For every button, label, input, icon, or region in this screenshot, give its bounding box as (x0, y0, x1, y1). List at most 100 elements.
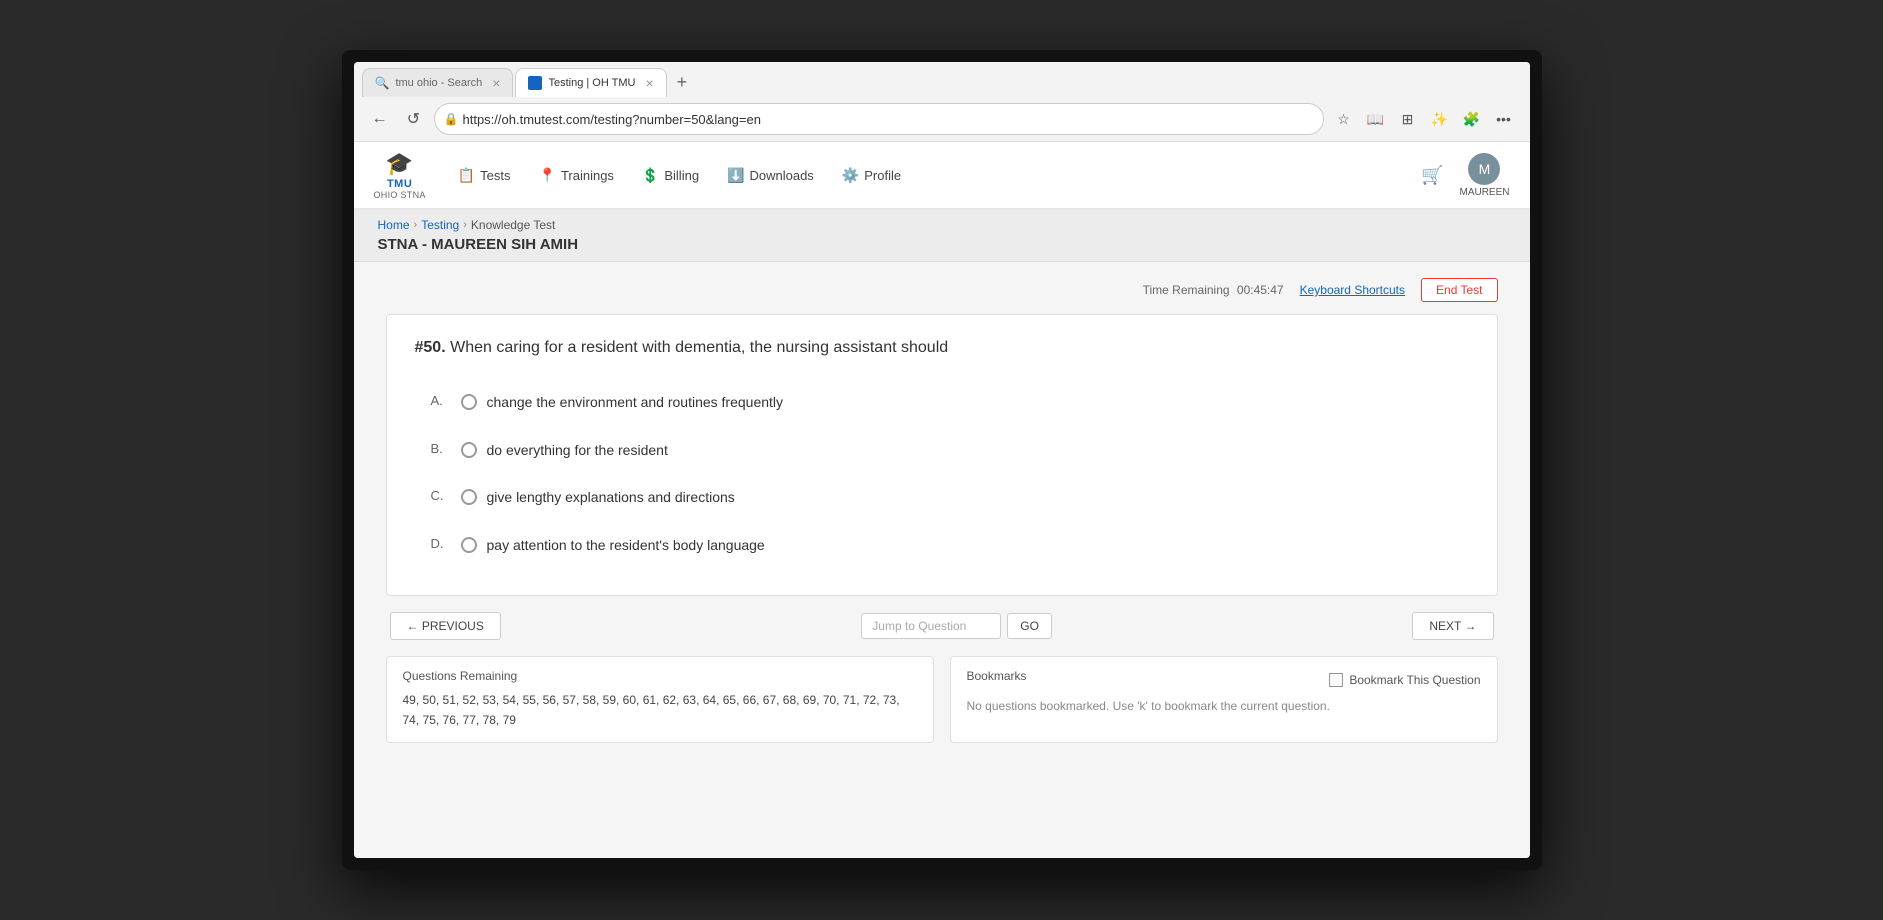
answer-option-a[interactable]: A. change the environment and routines f… (415, 381, 1469, 425)
avatar-circle: M (1468, 153, 1500, 185)
nav-downloads-label: Downloads (749, 168, 813, 183)
address-bar-wrapper: 🔒 (434, 103, 1324, 135)
user-avatar[interactable]: M MAUREEN (1459, 153, 1509, 198)
split-screen-icon[interactable]: ⊞ (1394, 105, 1422, 133)
browser-chrome: 🔍 tmu ohio - Search × Testing | OH TMU ×… (354, 62, 1530, 142)
nav-trainings-label: Trainings (561, 168, 614, 183)
question-text: #50. When caring for a resident with dem… (415, 339, 1469, 357)
tab1-close-btn[interactable]: × (492, 75, 500, 91)
bookmark-this-label: Bookmark This Question (1349, 673, 1480, 687)
bookmark-checkbox[interactable] (1329, 673, 1343, 687)
answer-option-c[interactable]: C. give lengthy explanations and directi… (415, 476, 1469, 520)
question-body: When caring for a resident with dementia… (450, 339, 948, 356)
avatar-initial: M (1479, 161, 1491, 177)
breadcrumb: Home › Testing › Knowledge Test (378, 218, 1506, 232)
tmu-logo-icon: 🎓 (382, 150, 418, 178)
option-text-c: give lengthy explanations and directions (487, 488, 735, 508)
option-text-a: change the environment and routines freq… (487, 393, 784, 413)
address-input[interactable] (434, 103, 1324, 135)
answer-option-d[interactable]: D. pay attention to the resident's body … (415, 524, 1469, 568)
bookmarks-label: Bookmarks (967, 669, 1027, 683)
no-bookmarks-text: No questions bookmarked. Use 'k' to book… (967, 699, 1481, 713)
tab-bar: 🔍 tmu ohio - Search × Testing | OH TMU ×… (362, 68, 1522, 97)
logo-area: 🎓 TMU OHIO STNA (374, 150, 426, 200)
page-title: STNA - MAUREEN SIH AMIH (378, 236, 1506, 253)
billing-icon: 💲 (642, 167, 659, 184)
option-label-d: D. (431, 536, 451, 551)
favorites-icon[interactable]: ☆ (1330, 105, 1358, 133)
tab2-title: Testing | OH TMU (548, 77, 635, 89)
timer-row: Time Remaining 00:45:47 Keyboard Shortcu… (386, 278, 1498, 302)
breadcrumb-sep-2: › (463, 219, 467, 231)
site-header: 🎓 TMU OHIO STNA 📋 Tests 📍 Trainings (354, 142, 1530, 210)
new-tab-button[interactable]: + (669, 68, 696, 97)
radio-d[interactable] (461, 537, 477, 553)
user-name: MAUREEN (1459, 187, 1509, 198)
radio-a[interactable] (461, 394, 477, 410)
breadcrumb-sep-1: › (414, 219, 418, 231)
questions-remaining-panel: Questions Remaining 49, 50, 51, 52, 53, … (386, 656, 934, 742)
tab-1[interactable]: 🔍 tmu ohio - Search × (362, 68, 514, 97)
logo-subtext: OHIO STNA (374, 190, 426, 200)
keyboard-shortcuts-link[interactable]: Keyboard Shortcuts (1300, 283, 1405, 297)
copilot-icon[interactable]: ✨ (1426, 105, 1454, 133)
nav-billing[interactable]: 💲 Billing (640, 163, 701, 188)
tab1-title: tmu ohio - Search (395, 77, 482, 89)
bookmarks-header: Bookmarks Bookmark This Question (967, 669, 1481, 691)
header-right: 🛒 M MAUREEN (1421, 153, 1509, 198)
cart-icon[interactable]: 🛒 (1421, 165, 1443, 186)
browser-actions: ☆ 📖 ⊞ ✨ 🧩 ••• (1330, 105, 1518, 133)
tab-2[interactable]: Testing | OH TMU × (515, 68, 666, 97)
bookmarks-panel: Bookmarks Bookmark This Question No ques… (950, 656, 1498, 742)
tab2-favicon (528, 76, 542, 90)
tab2-close-btn[interactable]: × (645, 75, 653, 91)
nav-buttons-row: ← PREVIOUS GO NEXT → (386, 612, 1498, 640)
refresh-button[interactable]: ↺ (400, 105, 428, 133)
remaining-label: Questions Remaining (403, 669, 917, 683)
option-text-d: pay attention to the resident's body lan… (487, 536, 765, 556)
extensions-icon[interactable]: 🧩 (1458, 105, 1486, 133)
nav-tests[interactable]: 📋 Tests (456, 163, 513, 188)
timer-value: 00:45:47 (1237, 283, 1284, 297)
back-button[interactable]: ← (366, 105, 394, 133)
go-button[interactable]: GO (1007, 613, 1052, 639)
remaining-numbers: 49, 50, 51, 52, 53, 54, 55, 56, 57, 58, … (403, 691, 917, 729)
jump-to-question-input[interactable] (861, 613, 1001, 639)
nav-trainings[interactable]: 📍 Trainings (537, 163, 616, 188)
bookmark-this-row[interactable]: Bookmark This Question (1329, 673, 1480, 687)
radio-b[interactable] (461, 442, 477, 458)
website-content: 🎓 TMU OHIO STNA 📋 Tests 📍 Trainings (354, 142, 1530, 858)
breadcrumb-home[interactable]: Home (378, 218, 410, 232)
trainings-icon: 📍 (539, 167, 556, 184)
question-container: #50. When caring for a resident with dem… (386, 314, 1498, 596)
option-label-a: A. (431, 393, 451, 408)
next-button[interactable]: NEXT → (1412, 612, 1493, 640)
nav-billing-label: Billing (664, 168, 699, 183)
nav-profile[interactable]: ⚙️ Profile (840, 163, 903, 188)
nav-downloads[interactable]: ⬇️ Downloads (725, 163, 816, 188)
breadcrumb-current: Knowledge Test (471, 218, 556, 232)
question-number: #50. (415, 339, 451, 356)
downloads-icon: ⬇️ (727, 167, 744, 184)
option-label-c: C. (431, 488, 451, 503)
radio-c[interactable] (461, 489, 477, 505)
main-content: Time Remaining 00:45:47 Keyboard Shortcu… (354, 262, 1530, 775)
tests-icon: 📋 (458, 167, 475, 184)
tab1-favicon: 🔍 (375, 76, 390, 90)
jump-section: GO (861, 613, 1052, 639)
previous-button[interactable]: ← PREVIOUS (390, 612, 501, 640)
nav-tests-label: Tests (480, 168, 510, 183)
nav-profile-label: Profile (864, 168, 901, 183)
timer-label: Time Remaining 00:45:47 (1143, 283, 1284, 297)
profile-icon: ⚙️ (842, 167, 859, 184)
answer-option-b[interactable]: B. do everything for the resident (415, 429, 1469, 473)
timer-label-text: Time Remaining (1143, 283, 1230, 297)
more-actions-icon[interactable]: ••• (1490, 105, 1518, 133)
site-nav: 📋 Tests 📍 Trainings 💲 Billing ⬇️ Downloa… (456, 163, 903, 188)
option-text-b: do everything for the resident (487, 441, 668, 461)
logo-text: TMU (387, 178, 412, 190)
end-test-button[interactable]: End Test (1421, 278, 1497, 302)
address-bar-row: ← ↺ 🔒 ☆ 📖 ⊞ ✨ 🧩 ••• (362, 97, 1522, 141)
breadcrumb-testing[interactable]: Testing (421, 218, 459, 232)
read-mode-icon[interactable]: 📖 (1362, 105, 1390, 133)
